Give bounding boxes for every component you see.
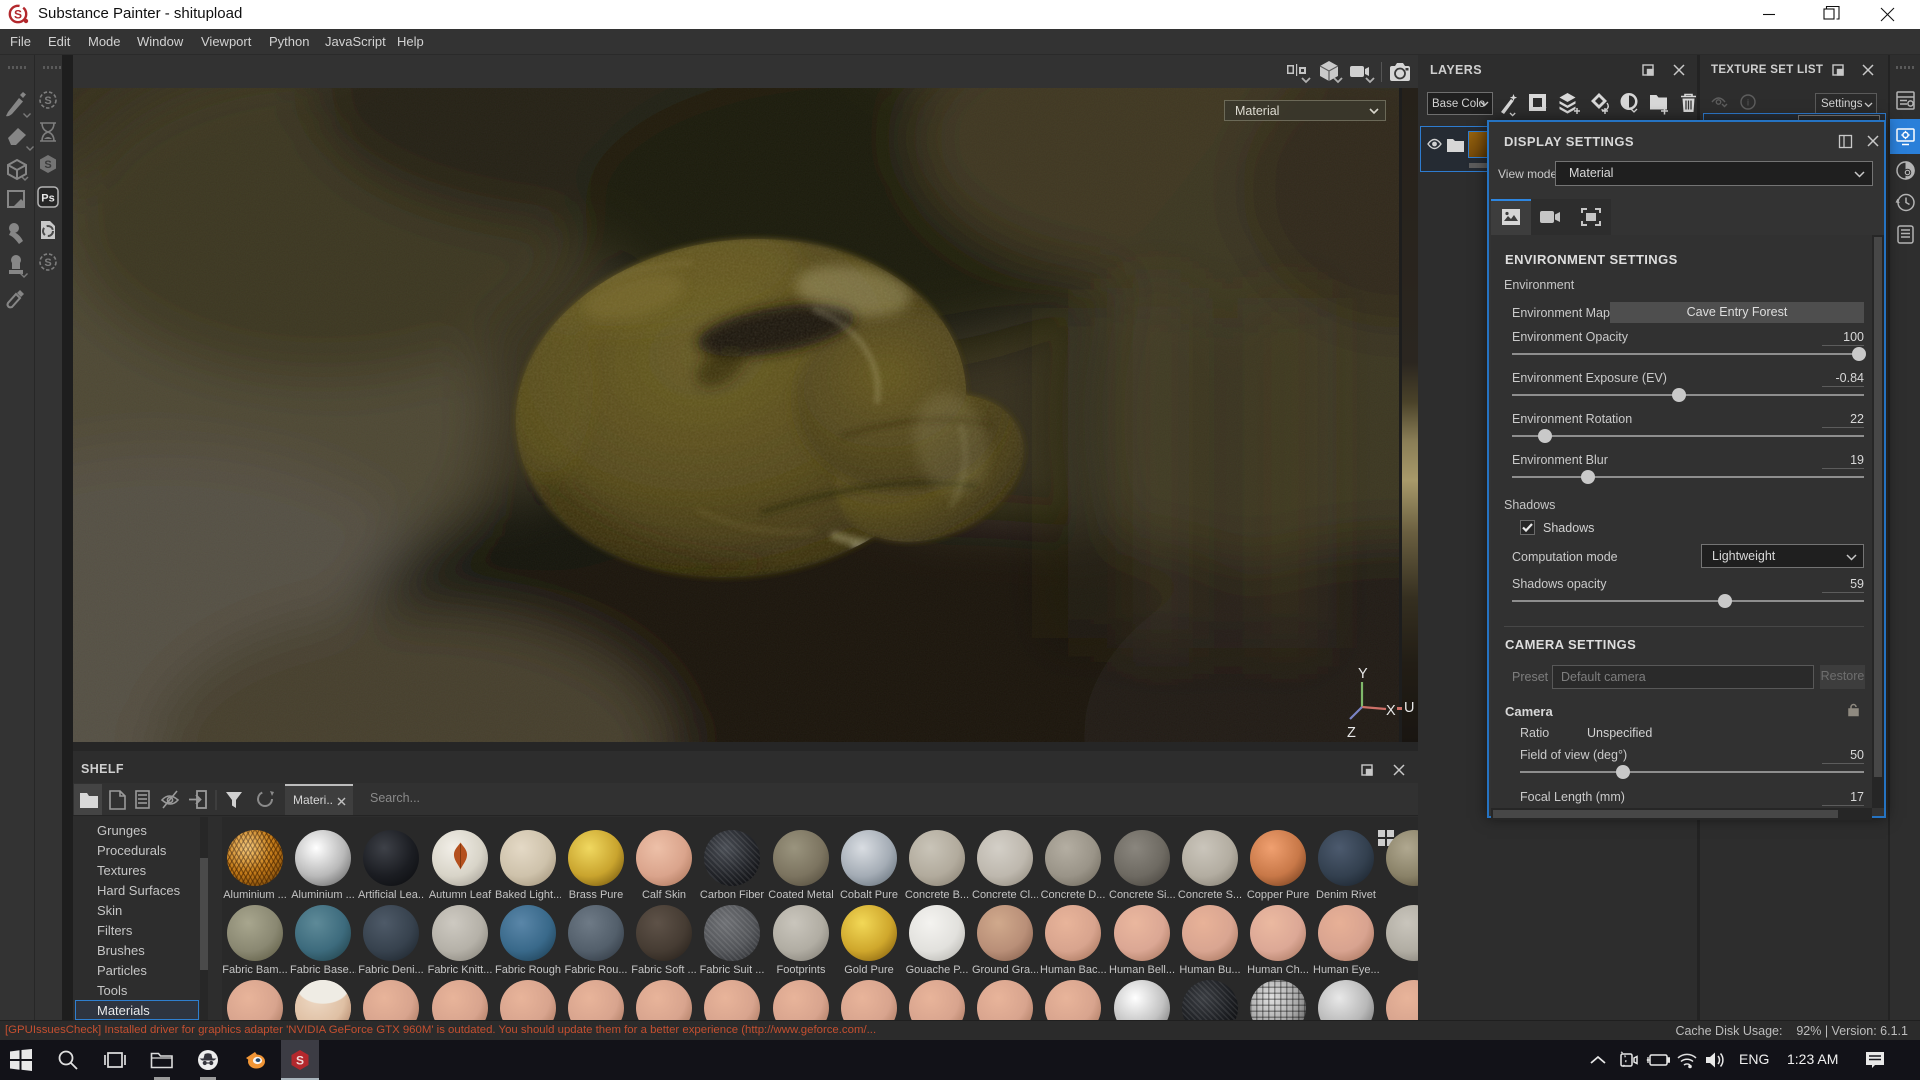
svg-text:S: S (14, 8, 22, 22)
svg-text:Y: Y (1358, 666, 1368, 682)
svg-text:S: S (44, 95, 51, 107)
svg-text:S: S (296, 1054, 304, 1068)
svg-text:S: S (44, 257, 51, 269)
svg-text:S: S (44, 159, 51, 171)
svg-text:Ps: Ps (41, 193, 54, 205)
svg-text:i: i (1747, 98, 1749, 108)
svg-text:X: X (1386, 703, 1396, 719)
svg-text:Z: Z (1347, 725, 1356, 741)
